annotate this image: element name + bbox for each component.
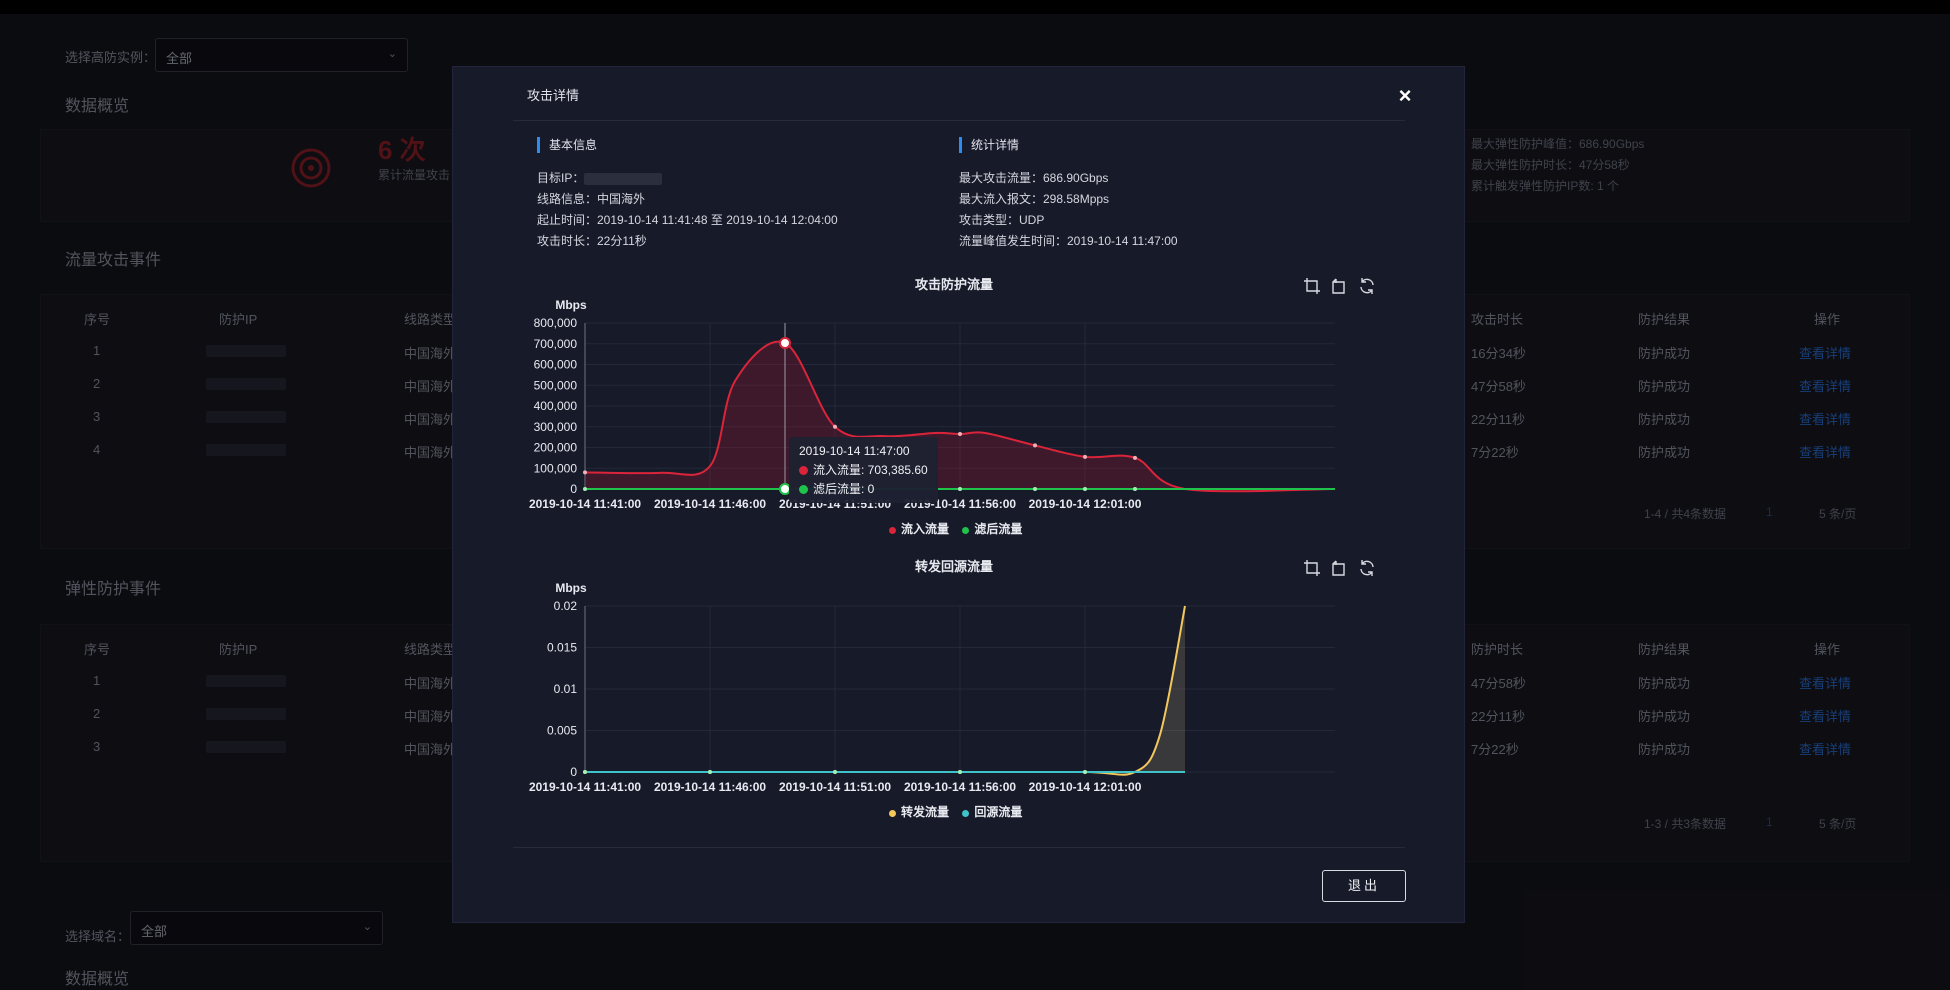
y-axis-label: Mbps [555,581,587,595]
x-tick-label: 2019-10-14 12:01:00 [1029,780,1142,794]
x-tick-label: 2019-10-14 11:41:00 [529,780,641,794]
forward-origin-chart[interactable]: Mbps 0.02 0.015 0.01 0.005 02019-10-14 11:41:… [453,67,1466,827]
data-point [583,770,587,774]
y-tick-label: 0.01 [554,682,578,696]
data-point [958,770,962,774]
legend-forward-label: 转发流量 [901,805,950,819]
legend-origin[interactable]: 回源流量 [962,805,1022,819]
y-tick-label: 0.02 [554,599,578,613]
series-line-1 [585,605,1186,776]
exit-button[interactable]: 退出 [1322,870,1406,902]
series-area-1 [585,606,1185,775]
attack-detail-modal: 攻击详情 × 基本信息 目标IP： 线路信息：中国海外 起止时间：2019-10… [452,66,1465,923]
top-bar [0,0,1950,14]
chart2-legend: 转发流量 回源流量 [889,803,1032,820]
legend-origin-dot-icon [962,810,970,817]
y-tick-label: 0 [570,765,577,779]
y-tick-label: 0.015 [547,641,577,655]
data-point [1083,770,1087,774]
data-point [708,770,712,774]
x-tick-label: 2019-10-14 11:56:00 [904,780,1016,794]
legend-forward[interactable]: 转发流量 [889,805,949,819]
x-tick-label: 2019-10-14 11:46:00 [654,780,766,794]
data-point [833,770,837,774]
y-tick-label: 0.005 [547,724,577,738]
x-tick-label: 2019-10-14 11:51:00 [779,780,891,794]
modal-footer-divider [513,847,1405,848]
legend-forward-dot-icon [889,810,896,817]
legend-origin-label: 回源流量 [974,805,1023,819]
